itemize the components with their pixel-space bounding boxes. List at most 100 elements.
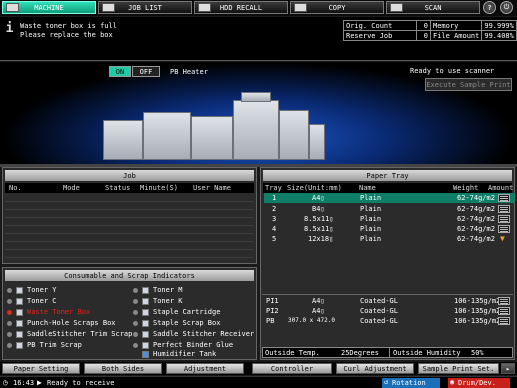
consumable-toner-c[interactable]: Toner C xyxy=(27,297,57,305)
toner-k-icon xyxy=(142,298,149,305)
consumable-saddlestitcher-trim-scrap[interactable]: SaddleStitcher Trim Scrap xyxy=(27,330,132,338)
status-icon: ▶ xyxy=(37,378,42,387)
execute-sample-print-button[interactable]: Execute Sample Print xyxy=(425,78,512,91)
tray-paper-name: Coated-GL xyxy=(360,297,398,305)
pb-heater-off-button[interactable]: OFF xyxy=(132,66,160,77)
tab-job-list[interactable]: JOB LIST xyxy=(98,1,192,14)
job-list[interactable] xyxy=(5,194,254,260)
counter-table: Orig. Count 0 Reserve Job 0 Memory 99.999% … xyxy=(343,20,517,60)
tray-row-3[interactable]: 3 8.5x11▯ Plain 62-74g/m2 xyxy=(264,214,515,224)
tab-curl-adjustment[interactable]: Curl Adjustment xyxy=(336,363,414,374)
tray-number: PI1 xyxy=(266,297,279,305)
info-icon: i xyxy=(5,20,14,36)
tray-col-weight: Weight xyxy=(453,184,479,192)
tab-hdd-recall-label: HDD RECALL xyxy=(219,3,263,12)
paper-amount-gauge xyxy=(498,215,510,223)
status-text: Ready to receive xyxy=(47,379,115,387)
consumable-staple-scrap-box[interactable]: Staple Scrap Box xyxy=(153,319,220,327)
tray-row-4[interactable]: 4 8.5x11▯ Plain 62-74g/m2 xyxy=(264,224,515,234)
pb-heater-on-button[interactable]: ON xyxy=(109,66,131,77)
consumable-toner-k[interactable]: Toner K xyxy=(153,297,183,305)
list-item[interactable] xyxy=(5,218,254,226)
list-item[interactable] xyxy=(5,226,254,234)
tray-weight: 62-74g/m2 xyxy=(457,194,495,202)
clock-icon: ◷ xyxy=(3,378,8,387)
printer-machine-illustration[interactable] xyxy=(103,90,325,162)
status-dot xyxy=(7,299,12,304)
status-bar: ◷ 16:43 ▶ Ready to receive ↺ Rotation ◉ Dr… xyxy=(0,376,517,388)
tab-hdd-recall[interactable]: HDD RECALL xyxy=(194,1,288,14)
consumable-staple-cartridge[interactable]: Staple Cartridge xyxy=(153,308,220,316)
memory-label: Memory xyxy=(429,20,483,31)
paper-amount-gauge xyxy=(498,194,510,202)
tray-col-name: Name xyxy=(359,184,376,192)
toner-m-icon xyxy=(142,287,149,294)
tray-number: 2 xyxy=(272,205,277,213)
file-amount-label: File Amount xyxy=(429,30,483,41)
chevron-right-icon[interactable]: ▸ xyxy=(501,363,515,374)
tray-row-2[interactable]: 2 B4▯ Plain 62-74g/m2 xyxy=(264,204,515,214)
list-item[interactable] xyxy=(5,194,254,202)
job-col-user-name: User Name xyxy=(193,184,231,192)
tab-both-sides[interactable]: Both Sides xyxy=(84,363,162,374)
divider xyxy=(389,347,390,358)
tray-col-size: Size(Unit:mm) xyxy=(287,184,342,192)
tab-paper-setting[interactable]: Paper Setting xyxy=(2,363,80,374)
tray-size: 307.0 x 472.0 xyxy=(288,317,335,324)
tab-job-list-label: JOB LIST xyxy=(128,3,162,12)
job-table-header: No. Mode Status Minute(S) User Name xyxy=(5,183,254,193)
tray-row-pi2[interactable]: PI2 A4▯ Coated-GL 106-135g/m2 xyxy=(264,306,515,316)
glue-icon xyxy=(142,342,149,349)
tray-size: A4▯ xyxy=(312,297,325,305)
drum-dev-badge[interactable]: ◉ Drum/Dev. xyxy=(448,378,510,388)
tray-number: PB xyxy=(266,317,275,325)
consumable-humidifier-tank[interactable]: Humidifier Tank xyxy=(153,350,216,358)
consumable-punch-hole-scraps[interactable]: Punch-Hole Scraps Box xyxy=(27,319,116,327)
pb-heater-label: PB Heater xyxy=(170,68,208,76)
job-panel: Job No. Mode Status Minute(S) User Name xyxy=(2,167,257,264)
consumable-pb-trim-scrap[interactable]: PB Trim Scrap xyxy=(27,341,82,349)
tray-weight: 106-135g/m2 xyxy=(454,317,501,325)
hdd-icon xyxy=(198,3,211,12)
tray-paper-name: Plain xyxy=(360,205,382,213)
reserve-job-label: Reserve Job xyxy=(343,30,417,41)
consumable-perfect-binder-glue[interactable]: Perfect Binder Glue xyxy=(153,341,233,349)
tray-row-pb[interactable]: PB 307.0 x 472.0 Coated-GL 106-135g/m2 xyxy=(264,316,515,326)
tray-paper-name: Plain xyxy=(360,215,382,223)
consumable-saddle-stitcher-receiver[interactable]: Saddle Stitcher Receiver xyxy=(153,330,254,338)
job-panel-title: Job xyxy=(5,170,254,181)
rotation-badge[interactable]: ↺ Rotation xyxy=(382,378,440,388)
help-icon[interactable]: ? xyxy=(483,1,496,14)
toner-y-icon xyxy=(16,287,23,294)
outside-temp-label: Outside Temp. xyxy=(265,349,320,357)
tab-controller[interactable]: Controller xyxy=(252,363,332,374)
power-save-icon[interactable]: ⏻ xyxy=(500,1,513,14)
tray-row-pi1[interactable]: PI1 A4▯ Coated-GL 106-135g/m2 xyxy=(264,296,515,306)
tab-machine[interactable]: MACHINE xyxy=(2,1,96,14)
list-item[interactable] xyxy=(5,234,254,242)
list-item[interactable] xyxy=(5,250,254,258)
tab-adjustment[interactable]: Adjustment xyxy=(166,363,244,374)
consumable-toner-m[interactable]: Toner M xyxy=(153,286,183,294)
list-item[interactable] xyxy=(5,242,254,250)
tray-size: 8.5x11▯ xyxy=(304,225,334,233)
status-dot xyxy=(133,288,138,293)
tray-row-5[interactable]: 5 12x18▯ Plain 62-74g/m2 xyxy=(264,234,515,244)
scan-icon xyxy=(390,3,403,12)
tab-sample-print-set[interactable]: Sample Print Set. xyxy=(418,363,499,374)
toner-c-icon xyxy=(16,298,23,305)
reserve-job-value: 0 xyxy=(416,30,431,41)
bottom-tab-bar: Paper Setting Both Sides Adjustment Cont… xyxy=(0,362,517,375)
consumable-toner-y[interactable]: Toner Y xyxy=(27,286,57,294)
tab-scan[interactable]: SCAN xyxy=(386,1,480,14)
list-item[interactable] xyxy=(5,210,254,218)
tab-copy[interactable]: COPY xyxy=(290,1,384,14)
scanner-status: Ready to use scanner xyxy=(410,67,495,75)
copy-icon xyxy=(294,3,307,12)
tray-paper-name: Plain xyxy=(360,235,382,243)
job-list-icon xyxy=(102,3,115,12)
list-item[interactable] xyxy=(5,202,254,210)
consumable-waste-toner-box[interactable]: Waste Toner Box xyxy=(27,308,90,316)
tray-weight: 62-74g/m2 xyxy=(457,235,495,243)
tray-row-1[interactable]: 1 A4▯ Plain 62-74g/m2 xyxy=(264,193,515,203)
